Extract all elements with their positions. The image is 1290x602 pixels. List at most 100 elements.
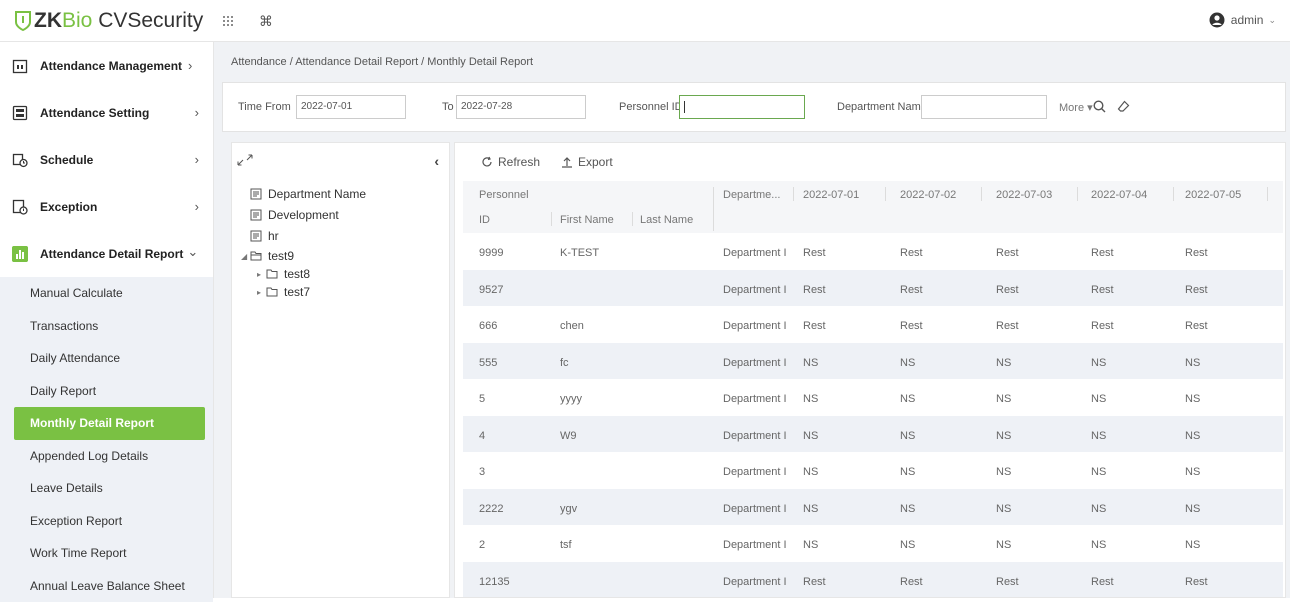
folder-open-icon (250, 250, 262, 262)
cell-day-3: NS (996, 357, 1011, 369)
app-logo[interactable]: ZKBio CVSecurity (14, 9, 203, 33)
submenu-item-daily-report[interactable]: Daily Report (0, 375, 213, 408)
cell-day-4: NS (1091, 357, 1106, 369)
cell-day-3: NS (996, 466, 1011, 478)
cell-department: Department I (723, 539, 787, 551)
department-name-input[interactable] (921, 95, 1047, 119)
cell-day-3: NS (996, 503, 1011, 515)
folder-icon (266, 268, 278, 280)
column-header-date-5[interactable]: 2022-07-05 (1185, 189, 1241, 201)
sidebar-item-exception[interactable]: Exception › (0, 183, 213, 230)
cell-day-3: Rest (996, 320, 1019, 332)
tree-collapsed-arrow-icon[interactable]: ▸ (257, 288, 266, 297)
table-row[interactable]: 2222 ygv Department I NS NS NS NS NS (463, 489, 1283, 526)
cell-first-name: chen (560, 320, 584, 332)
cell-day-2: Rest (900, 247, 923, 259)
time-from-input[interactable]: 2022-07-01 (296, 95, 406, 119)
column-divider (632, 212, 633, 226)
submenu-item-daily-attendance[interactable]: Daily Attendance (0, 342, 213, 375)
schedule-icon (12, 152, 28, 168)
more-filters-dropdown[interactable]: More ▾ (1059, 101, 1093, 114)
column-header-date-4[interactable]: 2022-07-04 (1091, 189, 1147, 201)
table-row[interactable]: 4 W9 Department I NS NS NS NS NS (463, 416, 1283, 453)
table-row[interactable]: 5 yyyy Department I NS NS NS NS NS (463, 379, 1283, 416)
cell-department: Department I (723, 393, 787, 405)
cell-day-2: NS (900, 393, 915, 405)
user-name: admin (1231, 13, 1264, 27)
sidebar-item-schedule[interactable]: Schedule › (0, 136, 213, 183)
column-divider (793, 187, 794, 201)
cell-day-5: Rest (1185, 576, 1208, 588)
collapse-panel-icon[interactable]: ‹ (434, 153, 439, 169)
column-header-department[interactable]: Departme... (723, 189, 780, 201)
cell-day-3: NS (996, 539, 1011, 551)
apps-grid-icon[interactable] (218, 12, 238, 30)
table-row[interactable]: 9527 Department I Rest Rest Rest Rest Re… (463, 270, 1283, 307)
tree-node-hr[interactable]: hr (250, 229, 279, 243)
column-header-id[interactable]: ID (479, 214, 490, 226)
tree-node-department-name[interactable]: Department Name (250, 187, 366, 201)
time-to-input[interactable]: 2022-07-28 (456, 95, 586, 119)
submenu-item-leave-details[interactable]: Leave Details (0, 472, 213, 505)
submenu-item-annual-leave-balance-sheet[interactable]: Annual Leave Balance Sheet (0, 570, 213, 602)
column-header-date-3[interactable]: 2022-07-03 (996, 189, 1052, 201)
cell-department: Department I (723, 503, 787, 515)
submenu-item-work-time-report[interactable]: Work Time Report (0, 537, 213, 570)
column-header-last-name[interactable]: Last Name (640, 214, 693, 226)
tree-node-test9[interactable]: ◢ test9 (241, 249, 294, 263)
sidebar-item-attendance-detail-report[interactable]: Attendance Detail Report ⌄ (0, 230, 213, 277)
report-table-panel: Refresh Export Personnel ID First Name L… (454, 142, 1286, 598)
breadcrumb: Attendance / Attendance Detail Report / … (231, 56, 533, 68)
table-row[interactable]: 9999 K-TEST Department I Rest Rest Rest … (463, 233, 1283, 270)
submenu-item-manual-calculate[interactable]: Manual Calculate (0, 277, 213, 310)
column-divider (885, 187, 886, 201)
tree-node-test8[interactable]: ▸ test8 (257, 267, 310, 281)
expand-all-icon[interactable] (236, 153, 256, 169)
folder-icon (266, 286, 278, 298)
submenu-item-monthly-detail-report[interactable]: Monthly Detail Report (14, 407, 205, 440)
column-header-date-1[interactable]: 2022-07-01 (803, 189, 859, 201)
submenu-item-exception-report[interactable]: Exception Report (0, 505, 213, 538)
cell-day-2: Rest (900, 284, 923, 296)
submenu-item-transactions[interactable]: Transactions (0, 310, 213, 343)
tree-node-label: Department Name (268, 187, 366, 201)
cell-id: 666 (479, 320, 497, 332)
submenu-item-appended-log-details[interactable]: Appended Log Details (0, 440, 213, 473)
search-icon[interactable] (1089, 96, 1109, 116)
tree-node-label: Development (268, 208, 339, 222)
cell-day-4: NS (1091, 539, 1106, 551)
column-divider (713, 187, 714, 231)
cell-id: 2 (479, 539, 485, 551)
cell-first-name: K-TEST (560, 247, 599, 259)
command-icon[interactable]: ⌘ (256, 12, 276, 30)
cell-day-4: NS (1091, 393, 1106, 405)
refresh-button[interactable]: Refresh (481, 155, 540, 169)
table-row[interactable]: 3 Department I NS NS NS NS NS (463, 452, 1283, 489)
table-row[interactable]: 666 chen Department I Rest Rest Rest Res… (463, 306, 1283, 343)
sidebar-item-attendance-setting[interactable]: Attendance Setting › (0, 89, 213, 136)
tree-expanded-arrow-icon[interactable]: ◢ (241, 252, 250, 261)
export-button[interactable]: Export (561, 155, 613, 169)
tree-node-test7[interactable]: ▸ test7 (257, 285, 310, 299)
submenu-attendance-detail-report: Manual Calculate Transactions Daily Atte… (0, 277, 213, 602)
user-menu[interactable]: admin ⌄ (1209, 12, 1276, 28)
column-header-date-2[interactable]: 2022-07-02 (900, 189, 956, 201)
table-row[interactable]: 12135 Department I Rest Rest Rest Rest R… (463, 562, 1283, 599)
cell-day-4: Rest (1091, 284, 1114, 296)
refresh-icon (481, 156, 493, 168)
personnel-id-input[interactable] (679, 95, 805, 119)
tree-collapsed-arrow-icon[interactable]: ▸ (257, 270, 266, 279)
clear-eraser-icon[interactable] (1113, 96, 1133, 116)
time-from-label: Time From (238, 101, 291, 113)
cell-id: 3 (479, 466, 485, 478)
table-row[interactable]: 555 fc Department I NS NS NS NS NS (463, 343, 1283, 380)
sidebar-item-attendance-management[interactable]: Attendance Management › (0, 42, 213, 89)
tree-node-development[interactable]: Development (250, 208, 339, 222)
cell-day-3: NS (996, 430, 1011, 442)
column-header-first-name[interactable]: First Name (560, 214, 614, 226)
cell-day-1: NS (803, 466, 818, 478)
table-row[interactable]: 2 tsf Department I NS NS NS NS NS (463, 525, 1283, 562)
cell-department: Department I (723, 576, 787, 588)
department-icon (250, 209, 262, 221)
personnel-group-header: Personnel (479, 189, 529, 201)
